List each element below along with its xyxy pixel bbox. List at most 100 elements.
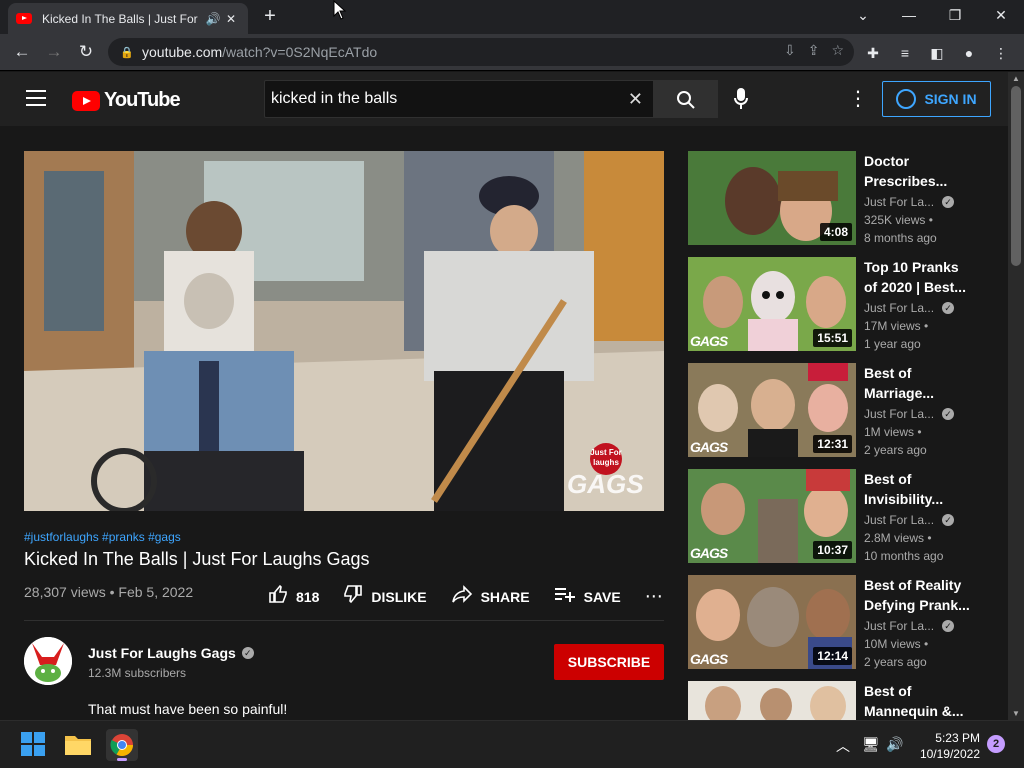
recommendation-channel[interactable]: Just For La... ✓ xyxy=(864,301,984,315)
show-hidden-icons-chevron-up-icon[interactable]: ︿ xyxy=(836,736,850,756)
notification-badge[interactable]: 2 xyxy=(987,735,1005,753)
extensions-puzzle-icon[interactable]: ✚ xyxy=(862,42,884,64)
divider xyxy=(24,620,664,621)
hamburger-menu-icon[interactable] xyxy=(26,90,46,106)
video-actions: 818 DISLIKE SHARE SAVE ⋯ xyxy=(268,584,687,609)
settings-more-icon[interactable]: ⋮ xyxy=(848,86,868,111)
recommendation-thumbnail[interactable]: GAGS 12:14 xyxy=(688,575,856,669)
channel-avatar[interactable] xyxy=(24,637,72,685)
tab-close-icon[interactable]: ✕ xyxy=(222,12,240,26)
volume-icon[interactable]: 🔊 xyxy=(886,736,903,753)
tab-search-chevron-down-icon[interactable]: ⌄ xyxy=(840,0,886,30)
forward-button[interactable]: → xyxy=(40,38,68,66)
speaker-icon[interactable]: 🔊 xyxy=(204,12,222,26)
recommendation-title[interactable]: Best of Mannequin &... xyxy=(864,681,974,720)
dislike-label: DISLIKE xyxy=(371,588,427,605)
recommendation-thumbnail[interactable]: GAGS 10:37 xyxy=(688,469,856,563)
video-player[interactable]: Just For laughs GAGS xyxy=(24,151,664,511)
recommendation-item[interactable]: GAGS 12:31 Best of Marriage... Just For L… xyxy=(688,363,988,457)
address-bar[interactable]: 🔒 youtube.com/watch?v=0S2NqEcATdo ⇩ ⇪ ☆ xyxy=(108,38,854,66)
recommendation-thumbnail[interactable] xyxy=(688,681,856,720)
channel-text: Just For La... xyxy=(864,513,935,527)
side-panel-icon[interactable]: ◧ xyxy=(926,42,948,64)
mouse-cursor-icon xyxy=(333,0,347,20)
recommendation-item[interactable]: GAGS 12:14 Best of Reality Defying Prank.… xyxy=(688,575,988,669)
search-icon xyxy=(677,91,695,109)
chrome-taskbar-icon[interactable] xyxy=(106,729,138,761)
youtube-logo[interactable]: YouTube xyxy=(72,89,181,112)
recommendation-age: 8 months ago xyxy=(864,231,937,245)
subscribe-button[interactable]: SUBSCRIBE xyxy=(554,644,664,680)
recommendation-title[interactable]: Best of Reality Defying Prank... xyxy=(864,575,974,615)
sign-in-button[interactable]: SIGN IN xyxy=(882,81,991,117)
browser-menu-icon[interactable]: ⋮ xyxy=(990,42,1012,64)
lock-icon: 🔒 xyxy=(120,46,134,59)
recommendation-item[interactable]: GAGS 10:37 Best of Invisibility... Just F… xyxy=(688,469,988,563)
recommendation-title[interactable]: Doctor Prescribes... xyxy=(864,151,974,191)
search-button[interactable] xyxy=(654,80,718,118)
recommendation-title[interactable]: Best of Marriage... xyxy=(864,363,974,403)
youtube-favicon-icon xyxy=(16,13,32,24)
save-button[interactable]: SAVE xyxy=(554,586,621,607)
recommendation-channel[interactable]: Just For La... ✓ xyxy=(864,407,984,421)
verified-check-icon: ✓ xyxy=(942,196,955,208)
channel-text: Just For La... xyxy=(864,195,935,209)
title-line: Top 10 Pranks xyxy=(864,259,959,275)
windows-start-icon[interactable] xyxy=(20,731,48,759)
verified-check-icon: ✓ xyxy=(942,302,955,314)
video-duration: 15:51 xyxy=(813,329,852,347)
recommendation-channel[interactable]: Just For La... ✓ xyxy=(864,619,984,633)
microphone-icon[interactable] xyxy=(734,88,748,115)
share-button[interactable]: SHARE xyxy=(451,585,530,608)
recommendation-views: 17M views • xyxy=(864,319,929,333)
recommendation-thumbnail[interactable]: 4:08 xyxy=(688,151,856,245)
file-explorer-icon[interactable] xyxy=(64,731,92,759)
dislike-button[interactable]: DISLIKE xyxy=(343,584,427,609)
recommendation-item[interactable]: Best of Mannequin &... xyxy=(688,681,988,720)
like-button[interactable]: 818 xyxy=(268,584,319,609)
channel-name[interactable]: Just For Laughs Gags ✓ xyxy=(88,645,254,661)
network-icon[interactable]: 🖥 xyxy=(862,736,880,753)
verified-check-icon: ✓ xyxy=(942,408,955,420)
clear-search-icon[interactable]: ✕ xyxy=(628,89,643,110)
taskbar-clock[interactable]: 5:23 PM 10/19/2022 xyxy=(914,730,980,762)
new-tab-button[interactable]: + xyxy=(258,5,282,29)
back-button[interactable]: ← xyxy=(8,38,36,66)
recommendation-title[interactable]: Top 10 Pranks of 2020 | Best... xyxy=(864,257,974,297)
maximize-button[interactable]: ❐ xyxy=(932,0,978,30)
recommendation-channel[interactable]: Just For La... ✓ xyxy=(864,513,984,527)
scroll-up-arrow-icon[interactable]: ▲ xyxy=(1012,74,1020,83)
recommendation-channel[interactable]: Just For La... ✓ xyxy=(864,195,984,209)
minimize-button[interactable]: — xyxy=(886,0,932,30)
gags-logo: GAGS xyxy=(690,333,728,349)
share-page-icon[interactable]: ⇪ xyxy=(808,42,820,59)
recommendation-thumbnail[interactable]: GAGS 15:51 xyxy=(688,257,856,351)
close-window-button[interactable]: ✕ xyxy=(978,0,1024,30)
scroll-down-arrow-icon[interactable]: ▼ xyxy=(1012,709,1020,718)
title-line: Best of xyxy=(864,683,912,699)
media-queue-icon[interactable]: ≡ xyxy=(894,42,916,64)
bookmark-star-icon[interactable]: ☆ xyxy=(831,42,844,59)
recommendation-title[interactable]: Best of Invisibility... xyxy=(864,469,974,509)
video-frame xyxy=(24,151,664,511)
title-line: Prescribes... xyxy=(864,173,948,189)
youtube-header: YouTube kicked in the balls ✕ ⋮ SIGN IN xyxy=(0,72,1008,126)
page-scrollbar[interactable]: ▲ ▼ xyxy=(1008,72,1024,720)
share-label: SHARE xyxy=(480,588,530,605)
recommendation-item[interactable]: GAGS 15:51 Top 10 Pranks of 2020 | Best..… xyxy=(688,257,988,351)
recommendation-item[interactable]: 4:08 Doctor Prescribes... Just For La... ✓… xyxy=(688,151,988,245)
like-count: 818 xyxy=(296,588,320,605)
install-icon[interactable]: ⇩ xyxy=(784,42,796,59)
recommendation-views: 2.8M views • xyxy=(864,531,932,545)
recommendation-thumbnail[interactable]: GAGS 12:31 xyxy=(688,363,856,457)
windows-taskbar: ︿ 🖥 🔊 5:23 PM 10/19/2022 2 xyxy=(0,720,1024,768)
profile-icon[interactable]: ● xyxy=(958,42,980,64)
reload-button[interactable]: ↻ xyxy=(72,38,100,66)
video-hashtags[interactable]: #justforlaughs #pranks #gags xyxy=(24,530,181,544)
search-input[interactable]: kicked in the balls ✕ xyxy=(264,80,654,118)
verified-check-icon: ✓ xyxy=(942,514,955,526)
browser-tab[interactable]: Kicked In The Balls | Just For 🔊 ✕ xyxy=(8,3,248,34)
more-actions-icon[interactable]: ⋯ xyxy=(645,586,663,607)
scrollbar-thumb[interactable] xyxy=(1011,86,1021,266)
title-line: Marriage... xyxy=(864,385,935,401)
